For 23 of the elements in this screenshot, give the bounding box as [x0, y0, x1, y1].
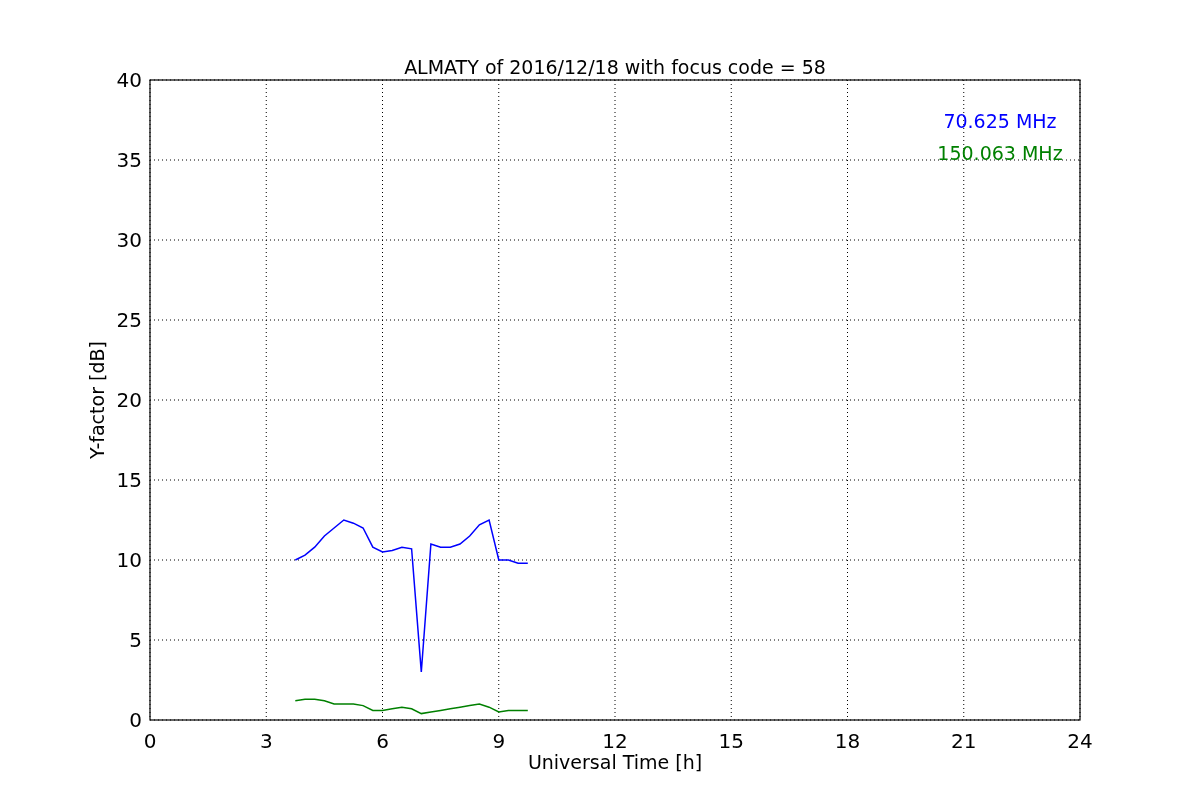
y-tick-label: 35	[116, 148, 142, 172]
x-tick-label: 24	[1067, 729, 1093, 753]
y-tick-label: 25	[116, 308, 142, 332]
legend-label: 70.625 MHz	[943, 110, 1057, 132]
x-tick-label: 21	[951, 729, 977, 753]
x-axis-label: Universal Time [h]	[527, 751, 703, 773]
y-tick-label: 10	[116, 548, 142, 572]
chart-title: ALMATY of 2016/12/18 with focus code = 58	[404, 56, 826, 78]
y-tick-label: 30	[116, 228, 142, 252]
x-tick-label: 18	[834, 729, 861, 753]
x-tick-label: 0	[143, 729, 157, 753]
y-tick-label: 5	[129, 628, 142, 652]
y-tick-label: 20	[116, 388, 142, 412]
y-axis-label: Y-factor [dB]	[86, 341, 108, 459]
legend-label: 150.063 MHz	[937, 142, 1063, 164]
y-tick-label: 0	[129, 708, 142, 732]
y-tick-label: 15	[116, 468, 142, 492]
x-tick-label: 9	[492, 729, 506, 753]
x-tick-label: 6	[376, 729, 389, 753]
x-tick-label: 15	[718, 729, 744, 753]
x-tick-label: 3	[259, 729, 273, 753]
y-tick-label: 40	[116, 68, 142, 92]
x-tick-label: 12	[602, 729, 628, 753]
